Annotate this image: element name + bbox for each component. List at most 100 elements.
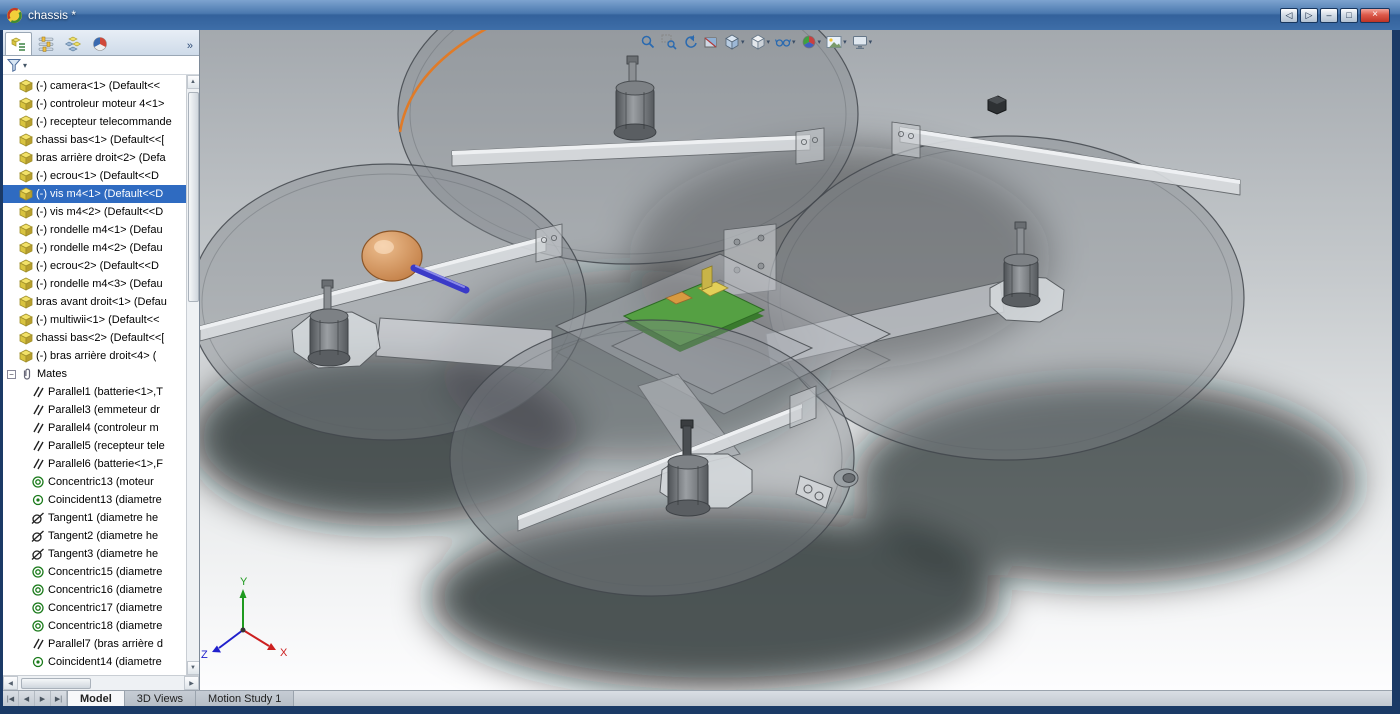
tree-item-component[interactable]: (-) vis m4<2> (Default<<D: [3, 203, 186, 221]
title-bar[interactable]: chassis * ◁ ▷ – □ ×: [0, 0, 1400, 30]
feature-tree[interactable]: (-) camera<1> (Default<< (-) controleur m…: [3, 75, 186, 675]
hide-show-items-button[interactable]: ▾: [773, 32, 798, 52]
tree-item-mate[interactable]: Concentric16 (diametre: [3, 581, 186, 599]
zoom-to-area-button[interactable]: [659, 32, 679, 52]
tree-item-label: Concentric18 (diametre: [48, 620, 163, 632]
propeller-guard-bottom[interactable]: [449, 319, 855, 597]
board-header-pins: [701, 265, 713, 291]
tree-item-component[interactable]: (-) ecrou<2> (Default<<D: [3, 257, 186, 275]
tree-item-mate[interactable]: Coincident13 (diametre: [3, 491, 186, 509]
tree-item-mate[interactable]: Concentric18 (diametre: [3, 617, 186, 635]
apply-scene-button[interactable]: ▾: [824, 32, 849, 52]
tree-item-mate[interactable]: Parallel4 (controleur m: [3, 419, 186, 437]
dropdown-caret-icon[interactable]: ▾: [869, 38, 873, 46]
section-view-button[interactable]: [701, 32, 721, 52]
floating-nut-ecrou[interactable]: [987, 95, 1007, 115]
next-window-button[interactable]: ▷: [1300, 7, 1318, 23]
rail-clamp[interactable]: [795, 127, 825, 165]
dropdown-caret-icon[interactable]: ▾: [792, 38, 796, 46]
heads-up-view-toolbar: ▾ ▾ ▾ ▾ ▾ ▾: [638, 31, 874, 52]
tree-item-label: Concentric13 (moteur: [48, 476, 154, 488]
tree-item-label: (-) rondelle m4<2> (Defau: [36, 242, 163, 254]
tree-item-component[interactable]: (-) ecrou<1> (Default<<D: [3, 167, 186, 185]
tree-item-component[interactable]: (-) multiwii<1> (Default<<: [3, 311, 186, 329]
vertical-scroll-thumb[interactable]: [187, 92, 199, 302]
tree-item-mate[interactable]: Parallel6 (batterie<1>,F: [3, 455, 186, 473]
tree-item-component[interactable]: (-) rondelle m4<2> (Defau: [3, 239, 186, 257]
tree-item-component[interactable]: bras avant droit<1> (Defau: [3, 293, 186, 311]
tab-scroll-prev-button[interactable]: ◀: [19, 691, 35, 706]
tree-item-mate[interactable]: Tangent2 (diametre he: [3, 527, 186, 545]
tree-vertical-scrollbar[interactable]: ▲ ▼: [186, 75, 199, 675]
apply-scene-icon: [826, 35, 842, 48]
graphics-area[interactable]: Y X Z ▾ ▾ ▾ ▾ ▾ ▾: [200, 30, 1392, 690]
tab-scroll-last-button[interactable]: ▶|: [51, 691, 67, 706]
scroll-down-arrow[interactable]: ▼: [186, 661, 199, 675]
display-manager-tab[interactable]: [86, 32, 113, 55]
scroll-left-arrow[interactable]: ◀: [3, 676, 18, 690]
tree-item-mate[interactable]: Concentric15 (diametre: [3, 563, 186, 581]
previous-view-button[interactable]: [680, 32, 700, 52]
dropdown-caret-icon[interactable]: ▾: [818, 38, 822, 46]
rail-clamp[interactable]: [891, 121, 921, 159]
tree-item-mate[interactable]: Parallel3 (emmeteur dr: [3, 401, 186, 419]
tree-item-component[interactable]: (-) camera<1> (Default<<: [3, 77, 186, 95]
panel-overflow-chevron[interactable]: »: [187, 40, 197, 55]
tree-item-component[interactable]: (-) rondelle m4<1> (Defau: [3, 221, 186, 239]
scroll-right-arrow[interactable]: ▶: [184, 676, 199, 690]
tree-item-component[interactable]: chassi bas<1> (Default<<[: [3, 131, 186, 149]
dropdown-caret-icon[interactable]: ▾: [843, 38, 847, 46]
tree-horizontal-scrollbar[interactable]: ◀ ▶: [3, 675, 199, 690]
scroll-up-arrow[interactable]: ▲: [186, 75, 199, 89]
property-manager-tab[interactable]: [32, 32, 59, 55]
rail-clamp[interactable]: [535, 223, 563, 263]
tree-item-label: chassi bas<2> (Default<<[: [36, 332, 165, 344]
tree-item-component[interactable]: (-) controleur moteur 4<1>: [3, 95, 186, 113]
tree-item-mate[interactable]: Tangent1 (diametre he: [3, 509, 186, 527]
tree-item-mate[interactable]: Tangent3 (diametre he: [3, 545, 186, 563]
horizontal-scroll-thumb[interactable]: [21, 677, 91, 689]
feature-manager-tab[interactable]: [5, 32, 32, 55]
tree-item-component[interactable]: chassi bas<2> (Default<<[: [3, 329, 186, 347]
tree-item-mate[interactable]: Coincident14 (diametre: [3, 653, 186, 671]
minimize-button[interactable]: –: [1320, 7, 1338, 23]
orange-washer[interactable]: [361, 230, 423, 282]
tree-item-label: (-) camera<1> (Default<<: [36, 80, 161, 92]
tree-item-mate[interactable]: Parallel7 (bras arrière d: [3, 635, 186, 653]
prev-window-button[interactable]: ◁: [1280, 7, 1298, 23]
tab-scroll-next-button[interactable]: ▶: [35, 691, 51, 706]
tree-node-mates[interactable]: − Mates: [3, 365, 186, 383]
tree-item-label: Mates: [37, 368, 67, 380]
dropdown-caret-icon[interactable]: ▾: [767, 38, 771, 46]
tree-item-component[interactable]: (-) bras arrière droit<4> (: [3, 347, 186, 365]
filter-dropdown-caret-icon[interactable]: ▾: [23, 61, 27, 70]
tree-item-component[interactable]: (-) vis m4<1> (Default<<D: [3, 185, 186, 203]
parallel-icon: [31, 385, 45, 399]
tab-scroll-first-button[interactable]: |◀: [3, 691, 19, 706]
edit-appearance-button[interactable]: ▾: [799, 32, 824, 52]
component-icon: [19, 151, 33, 165]
tab-3d-views[interactable]: 3D Views: [124, 691, 197, 706]
tree-item-mate[interactable]: Parallel5 (recepteur tele: [3, 437, 186, 455]
component-icon: [19, 133, 33, 147]
zoom-to-fit-button[interactable]: [638, 32, 658, 52]
collapse-expander[interactable]: −: [7, 369, 16, 379]
close-button[interactable]: ×: [1360, 7, 1390, 23]
tree-item-component[interactable]: (-) recepteur telecommande: [3, 113, 186, 131]
configuration-manager-tab[interactable]: [59, 32, 86, 55]
tree-item-mate[interactable]: Concentric13 (moteur: [3, 473, 186, 491]
tab-model[interactable]: Model: [67, 691, 125, 706]
tree-item-mate[interactable]: Concentric17 (diametre: [3, 599, 186, 617]
dropdown-caret-icon[interactable]: ▾: [741, 38, 745, 46]
display-style-button[interactable]: ▾: [748, 32, 773, 52]
tab-motion-study-1[interactable]: Motion Study 1: [196, 691, 295, 706]
restore-button[interactable]: □: [1340, 7, 1358, 23]
view-orientation-button[interactable]: ▾: [722, 32, 747, 52]
tree-item-mate[interactable]: Parallel1 (batterie<1>,T: [3, 383, 186, 401]
model-scene[interactable]: Y X Z: [200, 30, 1392, 690]
view-settings-button[interactable]: ▾: [850, 32, 875, 52]
tree-item-component[interactable]: bras arrière droit<2> (Defa: [3, 149, 186, 167]
tree-item-label: (-) rondelle m4<3> (Defau: [36, 278, 163, 290]
tree-item-component[interactable]: (-) rondelle m4<3> (Defau: [3, 275, 186, 293]
tree-filter-row[interactable]: ▾: [3, 56, 199, 75]
